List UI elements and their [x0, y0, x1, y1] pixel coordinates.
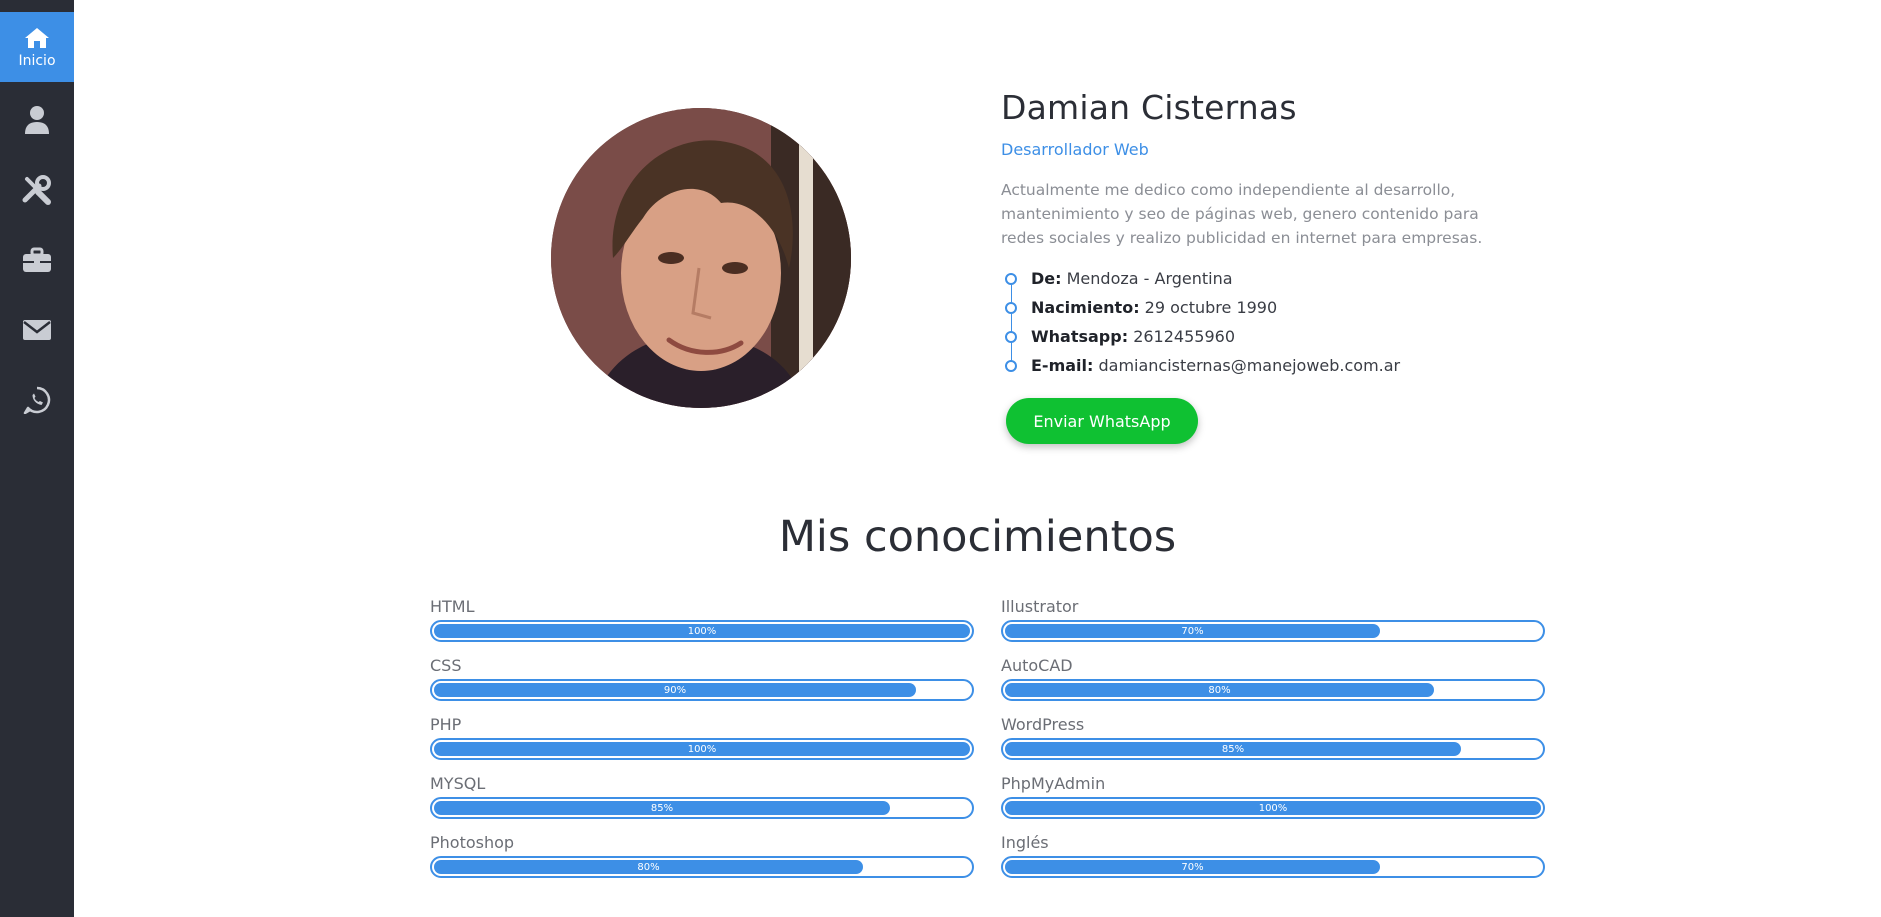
tools-icon — [22, 175, 51, 205]
skill-name: Inglés — [1001, 833, 1049, 852]
envelope-icon — [23, 320, 51, 340]
info-label: Nacimiento: — [1031, 298, 1140, 317]
skills-title: Mis conocimientos — [778, 512, 1177, 562]
skill-progress-bar: 90% — [430, 679, 974, 701]
skill-progress-fill: 80% — [1005, 683, 1434, 697]
bullet-icon — [1005, 360, 1017, 372]
skill-percent-label: 100% — [1258, 802, 1288, 814]
skill-name: Photoshop — [430, 833, 515, 852]
user-icon — [25, 106, 49, 134]
skill-name: Illustrator — [1001, 597, 1079, 616]
skill-percent-label: 80% — [1208, 684, 1231, 696]
skill-item: PhpMyAdmin 100% — [1001, 774, 1545, 822]
profile-name: Damian Cisternas — [1001, 88, 1297, 127]
bullet-icon — [1005, 331, 1017, 343]
whatsapp-icon — [23, 386, 51, 414]
info-value: damiancisternas@manejoweb.com.ar — [1093, 356, 1401, 375]
briefcase-icon — [23, 247, 51, 272]
skill-name: CSS — [430, 656, 462, 675]
bullet-icon — [1005, 273, 1017, 285]
profile-photo — [551, 108, 851, 408]
skill-name: PhpMyAdmin — [1001, 774, 1106, 793]
info-label: Whatsapp: — [1031, 327, 1129, 346]
skill-item: PHP 100% — [430, 715, 974, 763]
sidebar: Inicio — [0, 0, 74, 917]
skill-percent-label: 70% — [1181, 861, 1204, 873]
info-birth: Nacimiento: 29 octubre 1990 — [1001, 293, 1400, 322]
skill-name: AutoCAD — [1001, 656, 1073, 675]
info-value: 2612455960 — [1128, 327, 1235, 346]
home-icon — [25, 27, 49, 48]
info-origin: De: Mendoza - Argentina — [1001, 264, 1400, 293]
bullet-icon — [1005, 302, 1017, 314]
skill-name: PHP — [430, 715, 462, 734]
skill-progress-bar: 80% — [1001, 679, 1545, 701]
sidebar-item-label: Inicio — [18, 52, 56, 69]
info-whatsapp: Whatsapp: 2612455960 — [1001, 322, 1400, 351]
skill-progress-fill: 70% — [1005, 860, 1380, 874]
skill-name: MYSQL — [430, 774, 486, 793]
skill-progress-bar: 70% — [1001, 856, 1545, 878]
skill-percent-label: 90% — [663, 684, 687, 696]
skill-progress-fill: 80% — [434, 860, 863, 874]
skill-percent-label: 85% — [650, 802, 674, 814]
profile-bio: Actualmente me dedico como independiente… — [1001, 181, 1483, 247]
skill-progress-fill: 85% — [434, 801, 890, 815]
skill-progress-fill: 100% — [434, 742, 970, 756]
sidebar-item-skills[interactable] — [0, 155, 74, 225]
skill-item: WordPress 85% — [1001, 715, 1545, 763]
info-value: Mendoza - Argentina — [1061, 269, 1233, 288]
skill-progress-bar: 100% — [430, 738, 974, 760]
info-value: 29 octubre 1990 — [1139, 298, 1278, 317]
sidebar-item-contact[interactable] — [0, 295, 74, 365]
skill-progress-fill: 70% — [1005, 624, 1380, 638]
skill-percent-label: 100% — [687, 743, 717, 755]
skill-progress-bar: 100% — [1001, 797, 1545, 819]
skill-item: Illustrator 70% — [1001, 597, 1545, 645]
skill-percent-label: 100% — [687, 625, 717, 637]
skill-item: AutoCAD 80% — [1001, 656, 1545, 704]
profile-role: Desarrollador Web — [1001, 140, 1149, 159]
skill-item: MYSQL 85% — [430, 774, 974, 822]
skill-progress-fill: 100% — [434, 624, 970, 638]
skill-progress-bar: 100% — [430, 620, 974, 642]
sidebar-item-portfolio[interactable] — [0, 225, 74, 295]
skill-percent-label: 85% — [1221, 743, 1245, 755]
skill-progress-fill: 100% — [1005, 801, 1541, 815]
info-email: E-mail: damiancisternas@manejoweb.com.ar — [1001, 351, 1400, 380]
skill-progress-bar: 80% — [430, 856, 974, 878]
skill-percent-label: 80% — [637, 861, 660, 873]
profile-info-list: De: Mendoza - Argentina Nacimiento: 29 o… — [1001, 264, 1400, 380]
skill-item: Inglés 70% — [1001, 833, 1545, 881]
skill-name: HTML — [430, 597, 475, 616]
skill-progress-fill: 90% — [434, 683, 916, 697]
skill-item: CSS 90% — [430, 656, 974, 704]
skill-progress-fill: 85% — [1005, 742, 1461, 756]
skill-progress-bar: 85% — [1001, 738, 1545, 760]
sidebar-item-whatsapp[interactable] — [0, 365, 74, 435]
send-whatsapp-button[interactable]: Enviar WhatsApp — [1006, 398, 1198, 444]
sidebar-item-about[interactable] — [0, 85, 74, 155]
info-label: E-mail: — [1031, 356, 1094, 375]
skill-item: Photoshop 80% — [430, 833, 974, 881]
skill-progress-bar: 70% — [1001, 620, 1545, 642]
skill-name: WordPress — [1001, 715, 1085, 734]
skill-percent-label: 70% — [1181, 625, 1204, 637]
sidebar-item-inicio[interactable]: Inicio — [0, 12, 74, 82]
info-label: De: — [1031, 269, 1062, 288]
skill-progress-bar: 85% — [430, 797, 974, 819]
skill-item: HTML 100% — [430, 597, 974, 645]
